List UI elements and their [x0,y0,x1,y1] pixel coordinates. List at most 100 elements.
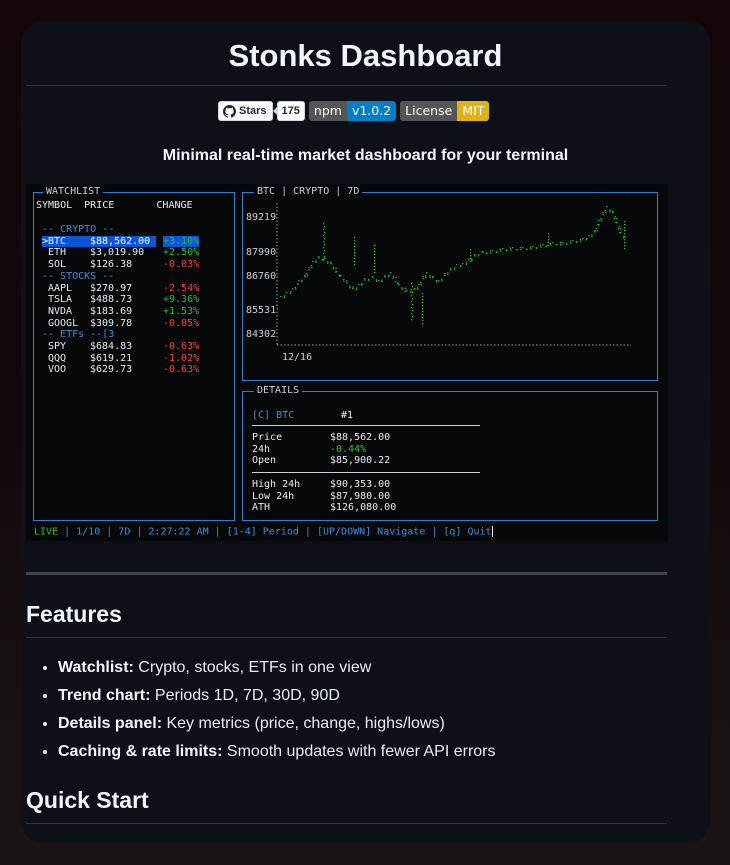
chart-point [412,310,414,312]
chart-point [330,261,332,264]
chart-y-tick-label: 89219 [246,212,276,223]
chart-point [624,242,626,244]
chart-point [333,266,335,268]
chart-point [624,227,626,229]
chart-point [617,228,620,230]
watchlist-change: -2.54% [163,282,200,294]
chart-point [355,288,358,290]
chart-point [374,272,376,274]
chart-point [404,290,406,293]
chart-point [548,233,550,235]
chart-point [602,212,604,214]
chart-point [598,220,600,222]
watchlist-change: +3.10% [163,235,200,248]
chart-point [354,264,356,266]
chart-point [456,264,458,266]
chart-point [429,275,431,277]
chart-point [453,268,456,270]
chart-point [354,246,356,248]
chart-point [422,278,425,280]
title-divider [26,85,667,86]
chart-point [422,305,424,307]
chart-point [522,247,524,249]
chart-point [330,263,332,265]
chart-point [308,269,311,271]
chart-point [529,246,532,248]
chart-point [349,287,351,289]
chart-point [411,307,413,309]
chart-point [289,292,292,294]
chart-point [502,248,504,250]
license-badge[interactable]: License MIT [400,101,490,121]
chart-point [412,292,414,294]
features-list: Watchlist: Crypto, stocks, ETFs in one v… [26,654,678,766]
chart-point [620,232,622,234]
stars-count: 175 [272,101,305,121]
chart-point [591,234,593,236]
chart-point [612,210,614,212]
chart-point [354,255,356,257]
chart-point [622,237,625,239]
chart-point [506,249,508,251]
chart-point [549,242,552,245]
chart-point [466,262,468,264]
watchlist-price: $488.73 [90,294,133,306]
chart-point [411,319,413,321]
chart-point [441,278,443,280]
details-asset-tag: [C] BTC [252,410,295,421]
chart-point [526,248,528,250]
chart-point [422,317,424,319]
details-rank: #1 [341,410,354,421]
chart-point [411,283,413,285]
npm-version-badge[interactable]: npm v1.0.2 [308,101,397,121]
chart-point [474,255,476,257]
chart-point [335,271,337,273]
chart-point [624,221,626,223]
chart-point [620,228,622,230]
chart-point [432,277,434,279]
github-stars-badge[interactable]: Stars 175 [218,101,305,121]
chart-point [422,299,424,301]
chart-point [374,266,376,268]
chart-point [470,258,472,260]
chart-point [454,267,456,269]
watchlist-panel: WATCHLIST SYMBOL PRICE CHANGE -- CRYPTO … [33,186,235,521]
chart-point [375,279,378,281]
chart-point [496,251,498,253]
chart-point [390,272,392,274]
chart-point [550,244,552,246]
chart-point [499,248,502,251]
chart-point [426,272,428,274]
chart-point [470,252,472,254]
details-label: Open [252,455,277,467]
chart-point [548,236,550,238]
chart-point [283,296,286,298]
chart-point [600,218,602,220]
chart-point [447,273,449,276]
chart-point [478,254,480,256]
chart-point [295,288,297,290]
chart-point [624,236,626,238]
chart-point [552,242,554,244]
chart-point [489,250,492,252]
chart-point [301,279,303,281]
chart-point [471,259,473,262]
live-indicator: LIVE [34,526,59,538]
chart-point [612,212,614,214]
chart-point [364,278,366,280]
chart-point [374,257,376,259]
details-label: High 24h [252,479,301,490]
chart-point [542,244,544,246]
chart-point [576,241,578,243]
github-icon [223,104,236,118]
chart-point [471,258,473,260]
watchlist-section-label: -- ETFs --[3 [42,329,115,341]
chart-point [332,268,334,270]
chart-point [374,248,376,250]
details-divider-2 [252,472,480,473]
watchlist-symbol: AAPL [48,282,73,294]
chart-point [292,288,294,290]
chart-point [512,247,514,249]
chart-point [624,233,626,235]
chart-point [381,279,383,281]
